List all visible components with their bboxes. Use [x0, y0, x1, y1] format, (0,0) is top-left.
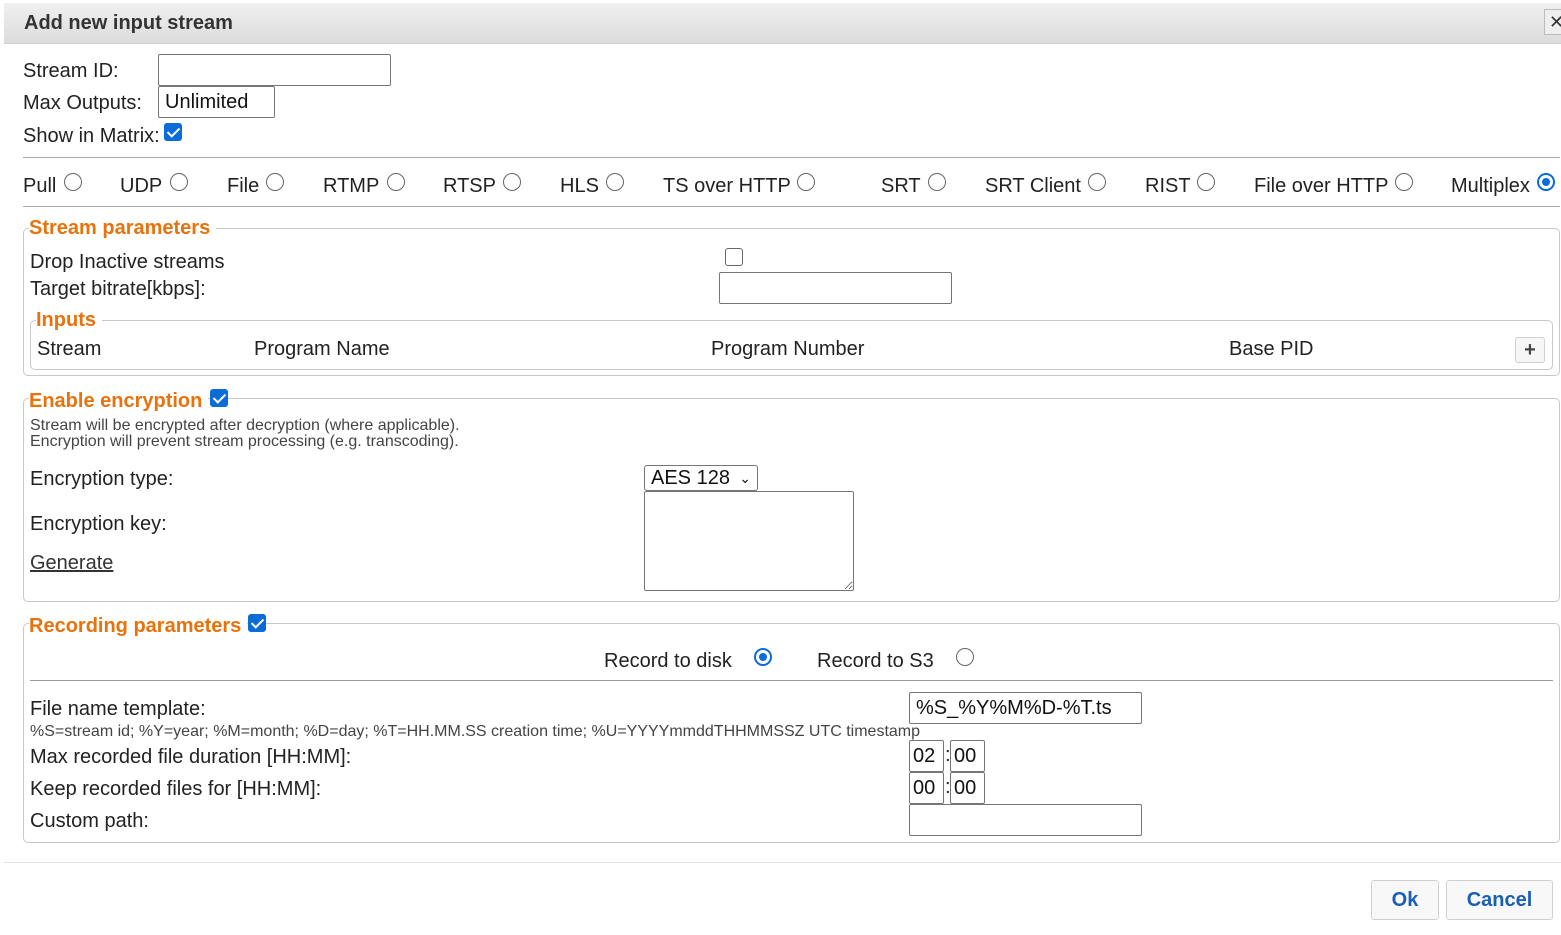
drop-inactive-label: Drop Inactive streams	[30, 251, 225, 273]
custom-path-label: Custom path:	[30, 810, 149, 832]
stream-type-radio-srt-client[interactable]	[1088, 173, 1106, 191]
stream-type-label-hls: HLS	[560, 175, 599, 197]
custom-path-input[interactable]	[909, 804, 1142, 836]
footer-divider	[4, 862, 1561, 863]
enable-encryption-checkbox[interactable]	[210, 389, 228, 407]
divider	[23, 157, 1560, 158]
ok-button[interactable]: Ok	[1371, 880, 1439, 920]
drop-inactive-checkbox[interactable]	[725, 248, 743, 266]
divider	[30, 680, 1553, 681]
generate-key-link[interactable]: Generate	[30, 552, 113, 575]
stream-id-input[interactable]	[158, 54, 391, 86]
dialog-title: Add new input stream	[24, 12, 233, 34]
keep-files-hours-input[interactable]	[909, 772, 944, 804]
stream-type-radio-srt[interactable]	[928, 173, 946, 191]
target-bitrate-label: Target bitrate[kbps]:	[30, 278, 206, 300]
chevron-down-icon: ⌄	[739, 470, 751, 486]
cancel-button[interactable]: Cancel	[1446, 880, 1553, 920]
add-input-button[interactable]: +	[1515, 337, 1545, 363]
stream-type-label-ts-over-http: TS over HTTP	[663, 175, 791, 197]
encryption-type-select[interactable]: AES 128 ⌄	[644, 465, 758, 491]
stream-parameters-legend: Stream parameters	[29, 217, 217, 240]
stream-type-label-pull: Pull	[23, 175, 57, 197]
stream-type-label-srt-client: SRT Client	[985, 175, 1081, 197]
stream-type-radio-pull[interactable]	[64, 173, 82, 191]
max-outputs-input[interactable]	[158, 86, 275, 118]
stream-id-label: Stream ID:	[23, 60, 119, 82]
max-duration-hours-input[interactable]	[909, 740, 944, 772]
keep-files-label: Keep recorded files for [HH:MM]:	[30, 778, 322, 800]
max-duration-label: Max recorded file duration [HH:MM]:	[30, 746, 352, 768]
stream-type-radio-ts-over-http[interactable]	[797, 173, 815, 191]
stream-type-radio-file-over-http[interactable]	[1395, 173, 1413, 191]
inputs-column-program-name: Program Name	[254, 338, 390, 360]
file-name-template-input[interactable]	[909, 692, 1142, 724]
stream-type-label-srt: SRT	[881, 175, 921, 197]
show-in-matrix-label: Show in Matrix:	[23, 125, 160, 147]
record-to-s3-radio[interactable]	[956, 648, 974, 666]
stream-type-label-rist: RIST	[1145, 175, 1191, 197]
divider	[23, 206, 1560, 207]
max-outputs-label: Max Outputs:	[23, 92, 142, 114]
close-icon[interactable]: ✕	[1544, 9, 1561, 35]
stream-type-radio-rist[interactable]	[1197, 173, 1215, 191]
stream-type-label-udp: UDP	[120, 175, 163, 197]
encryption-key-textarea[interactable]	[644, 491, 854, 591]
stream-type-label-file-over-http: File over HTTP	[1254, 175, 1389, 197]
encryption-legend: Enable encryption	[29, 390, 209, 413]
stream-type-radio-rtmp[interactable]	[387, 173, 405, 191]
stream-type-radio-multiplex[interactable]	[1537, 173, 1555, 191]
max-duration-minutes-input[interactable]	[950, 740, 985, 772]
inputs-column-stream: Stream	[37, 338, 102, 360]
stream-type-radio-rtsp[interactable]	[503, 173, 521, 191]
record-to-disk-label: Record to disk	[604, 650, 732, 672]
file-name-template-label: File name template:	[30, 698, 206, 720]
show-in-matrix-checkbox[interactable]	[164, 123, 182, 141]
dialog-titlebar: Add new input stream	[4, 3, 1561, 44]
template-help-text: %S=stream id; %Y=year; %M=month; %D=day;…	[30, 723, 921, 740]
encryption-type-label: Encryption type:	[30, 468, 174, 490]
inputs-legend: Inputs	[36, 309, 102, 332]
stream-type-radio-file[interactable]	[266, 173, 284, 191]
keep-files-minutes-input[interactable]	[950, 772, 985, 804]
encryption-note-2: Encryption will prevent stream processin…	[30, 433, 459, 450]
recording-enabled-checkbox[interactable]	[248, 614, 266, 632]
stream-type-label-rtsp: RTSP	[443, 175, 496, 197]
encryption-type-value: AES 128	[651, 467, 730, 489]
stream-type-label-file: File	[227, 175, 260, 197]
stream-type-label-multiplex: Multiplex	[1451, 175, 1530, 197]
encryption-key-label: Encryption key:	[30, 513, 167, 535]
stream-type-label-rtmp: RTMP	[323, 175, 380, 197]
recording-legend: Recording parameters	[29, 615, 248, 638]
record-to-s3-label: Record to S3	[817, 650, 934, 672]
inputs-column-base-pid: Base PID	[1229, 338, 1314, 360]
stream-type-radio-udp[interactable]	[170, 173, 188, 191]
target-bitrate-input[interactable]	[719, 272, 952, 304]
record-to-disk-radio[interactable]	[754, 648, 772, 666]
stream-type-radio-hls[interactable]	[606, 173, 624, 191]
inputs-column-program-number: Program Number	[711, 338, 865, 360]
